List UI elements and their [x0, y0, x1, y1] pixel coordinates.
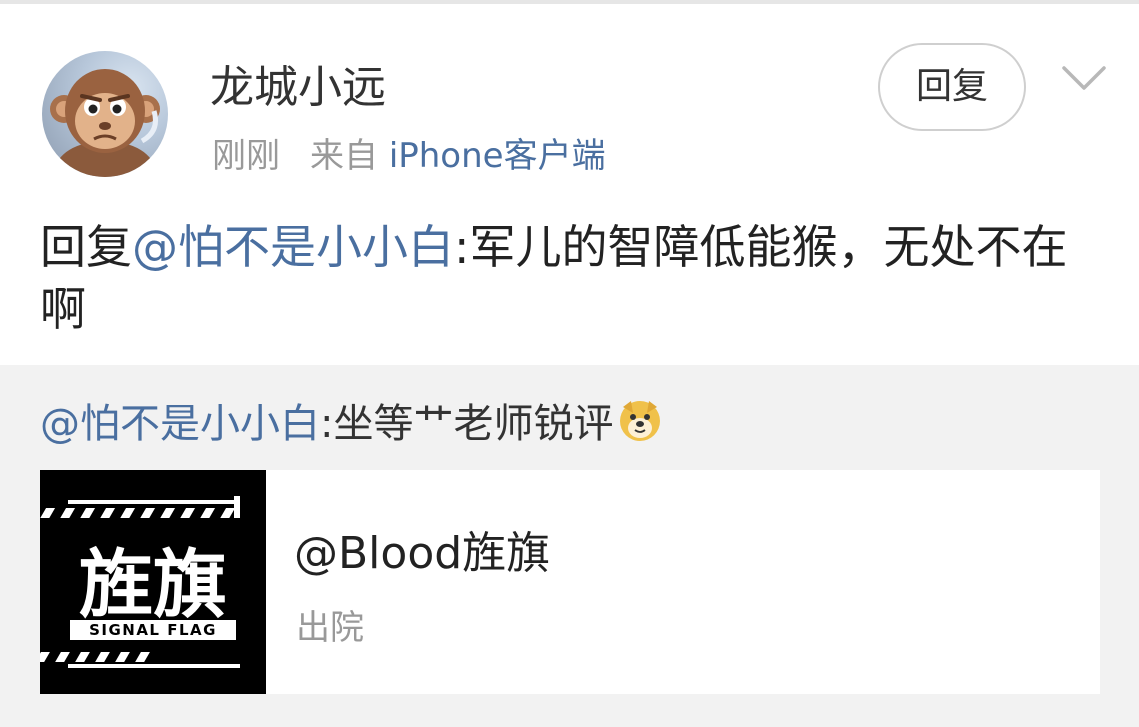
card-subtitle: 出院 [296, 608, 364, 648]
card-title[interactable]: @Blood旌旗 [294, 526, 550, 582]
user-avatar[interactable] [42, 51, 168, 177]
reply-prefix: 回复 [40, 220, 132, 274]
card-thumbnail: 旌旗 SIGNAL FLAG [0, 470, 266, 694]
quoted-body: :坐等艹老师锐评 [320, 401, 614, 447]
reply-button[interactable]: 回复 [878, 43, 1026, 131]
quoted-mention-link[interactable]: @怕不是小小白 [40, 401, 320, 447]
source-prefix: 来自 [310, 136, 378, 176]
monkey-avatar-image [50, 69, 160, 177]
logo-text: 旌旗 [79, 542, 227, 628]
post-meta: 刚刚 来自 iPhone客户端 [212, 132, 606, 180]
username[interactable]: 龙城小远 [210, 60, 386, 116]
quoted-post[interactable]: @怕不是小小白:坐等艹老师锐评 旌旗 SIGNAL FLAG @Blood旌旗 … [0, 365, 1139, 727]
logo-caption: SIGNAL FLAG [89, 621, 217, 639]
source-client[interactable]: iPhone客户端 [389, 136, 606, 176]
quoted-text: @怕不是小小白:坐等艹老师锐评 [40, 395, 663, 453]
mention-link[interactable]: @怕不是小小白 [132, 220, 454, 274]
signal-flag-logo: 旌旗 SIGNAL FLAG [0, 470, 266, 694]
chevron-down-icon[interactable] [1060, 64, 1108, 94]
reply-post: 龙城小远 刚刚 来自 iPhone客户端 回复 回复@怕不是小小白:军儿的智障低能… [0, 4, 1139, 365]
post-time: 刚刚 [212, 136, 280, 176]
doge-emoji-icon [620, 401, 661, 441]
link-card[interactable]: 旌旗 SIGNAL FLAG @Blood旌旗 出院 [0, 470, 1100, 694]
post-content: 回复@怕不是小小白:军儿的智障低能猴，无处不在啊 [40, 216, 1100, 340]
